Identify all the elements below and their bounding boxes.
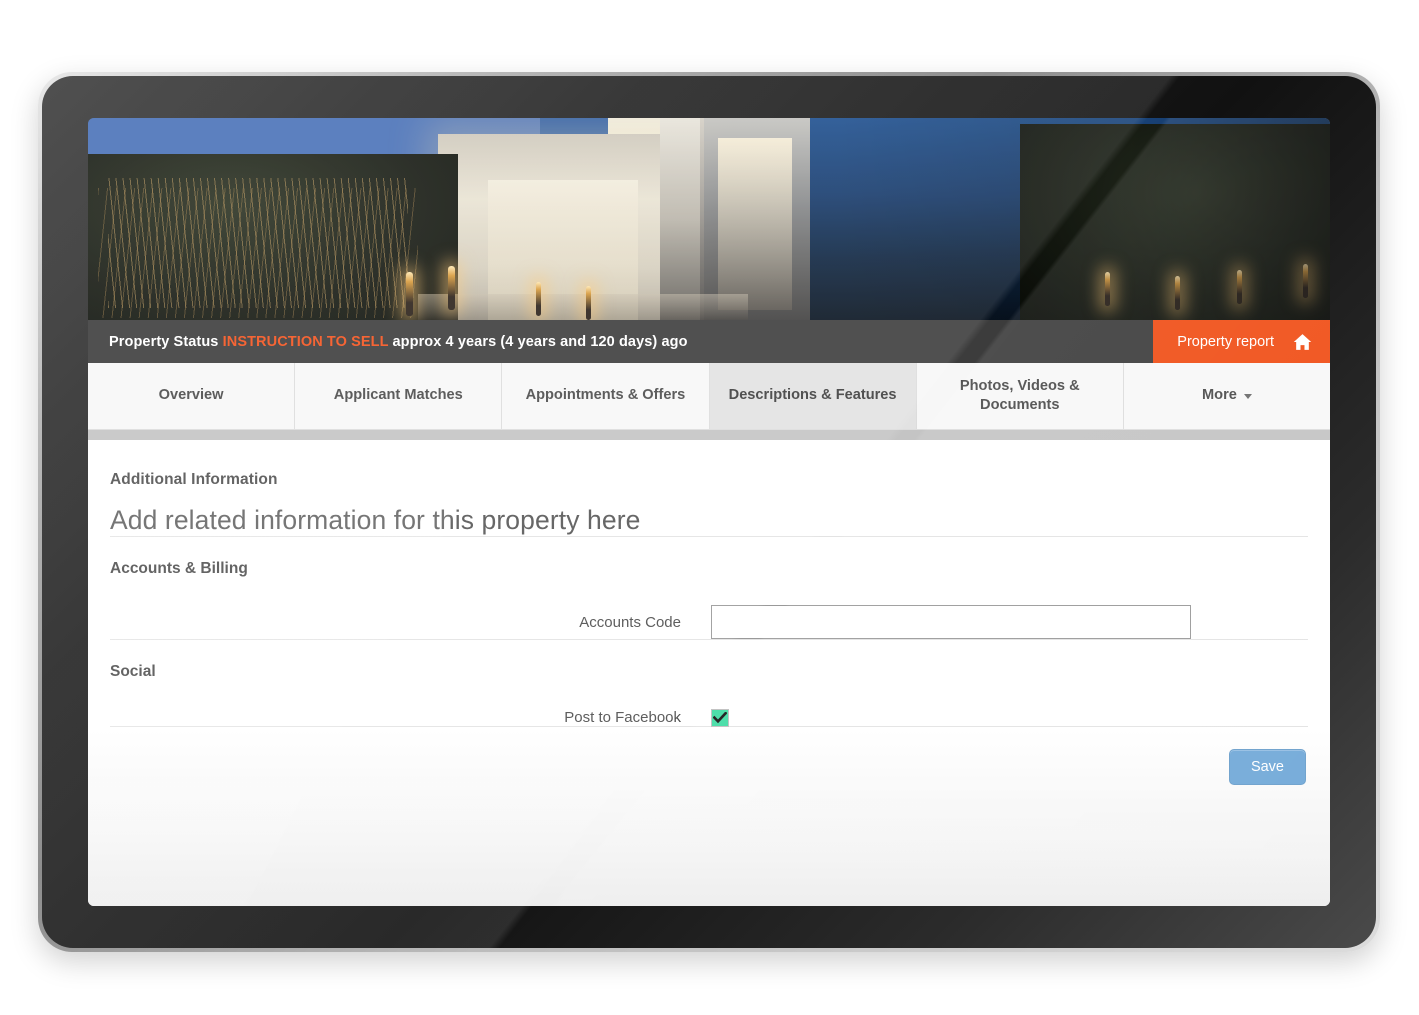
home-icon bbox=[1293, 333, 1312, 351]
hero-lamp-icon bbox=[536, 282, 541, 316]
save-button[interactable]: Save bbox=[1228, 749, 1306, 785]
property-status-text: Property Status INSTRUCTION TO SELL appr… bbox=[88, 334, 688, 350]
accounts-code-input[interactable] bbox=[711, 605, 1191, 639]
tab-label: Appointments & Offers bbox=[525, 387, 686, 404]
tab-label: Photos, Videos & Documents bbox=[959, 377, 1080, 413]
hero-lamp-icon bbox=[448, 266, 455, 310]
hero-glass-panel bbox=[660, 118, 704, 320]
tab-appointments-offers[interactable]: Appointments & Offers bbox=[502, 363, 710, 429]
page-subtitle: Add related information for this propert… bbox=[110, 505, 641, 535]
social-heading: Social bbox=[110, 663, 156, 680]
property-tab-bar[interactable]: Overview Applicant Matches Appointments … bbox=[88, 363, 1330, 430]
hero-grass-left-2 bbox=[98, 188, 418, 318]
tab-label: More bbox=[1202, 387, 1237, 404]
property-hero-image bbox=[88, 118, 1330, 320]
tablet-bezel: Property Status INSTRUCTION TO SELL appr… bbox=[42, 76, 1376, 948]
tab-label: Overview bbox=[158, 387, 224, 404]
property-status-highlight: INSTRUCTION TO SELL bbox=[222, 333, 389, 350]
hero-lamp-icon bbox=[586, 286, 591, 320]
hero-shadow-overlay bbox=[833, 118, 1330, 320]
post-to-facebook-checkbox[interactable] bbox=[711, 709, 729, 727]
accounts-code-label: Accounts Code bbox=[579, 613, 681, 631]
tab-applicant-matches[interactable]: Applicant Matches bbox=[295, 363, 503, 429]
tablet-device: Property Status INSTRUCTION TO SELL appr… bbox=[38, 72, 1380, 952]
hero-lamp-icon bbox=[406, 272, 413, 316]
additional-information-panel: Additional Information Add related infor… bbox=[88, 440, 1330, 906]
checkmark-icon bbox=[713, 712, 727, 724]
tab-descriptions-features[interactable]: Descriptions & Features bbox=[709, 363, 917, 429]
property-report-label: Property report bbox=[1177, 333, 1274, 350]
accounts-code-row: Accounts Code bbox=[110, 605, 1308, 639]
property-status-bar: Property Status INSTRUCTION TO SELL appr… bbox=[88, 320, 1330, 363]
tab-overview[interactable]: Overview bbox=[88, 363, 296, 429]
page-title: Additional Information bbox=[110, 471, 278, 488]
property-status-label: Property Status bbox=[109, 333, 219, 350]
tab-label: Descriptions & Features bbox=[728, 387, 897, 404]
post-to-facebook-label: Post to Facebook bbox=[564, 708, 681, 726]
property-report-button[interactable]: Property report bbox=[1153, 320, 1330, 363]
tab-label: Applicant Matches bbox=[333, 387, 463, 404]
chevron-down-icon bbox=[1243, 393, 1252, 399]
tab-bar-underline bbox=[88, 430, 1330, 440]
tab-more[interactable]: More bbox=[1123, 363, 1330, 429]
tab-photos-videos-documents[interactable]: Photos, Videos & Documents bbox=[916, 363, 1124, 429]
hero-stair-tower bbox=[700, 118, 810, 320]
post-to-facebook-row: Post to Facebook bbox=[110, 708, 1308, 727]
form-actions: Save bbox=[110, 727, 1308, 785]
tablet-screen: Property Status INSTRUCTION TO SELL appr… bbox=[88, 118, 1330, 906]
hero-path bbox=[418, 294, 748, 320]
property-status-detail: approx 4 years (4 years and 120 days) ag… bbox=[392, 333, 688, 350]
accounts-billing-heading: Accounts & Billing bbox=[110, 560, 248, 577]
